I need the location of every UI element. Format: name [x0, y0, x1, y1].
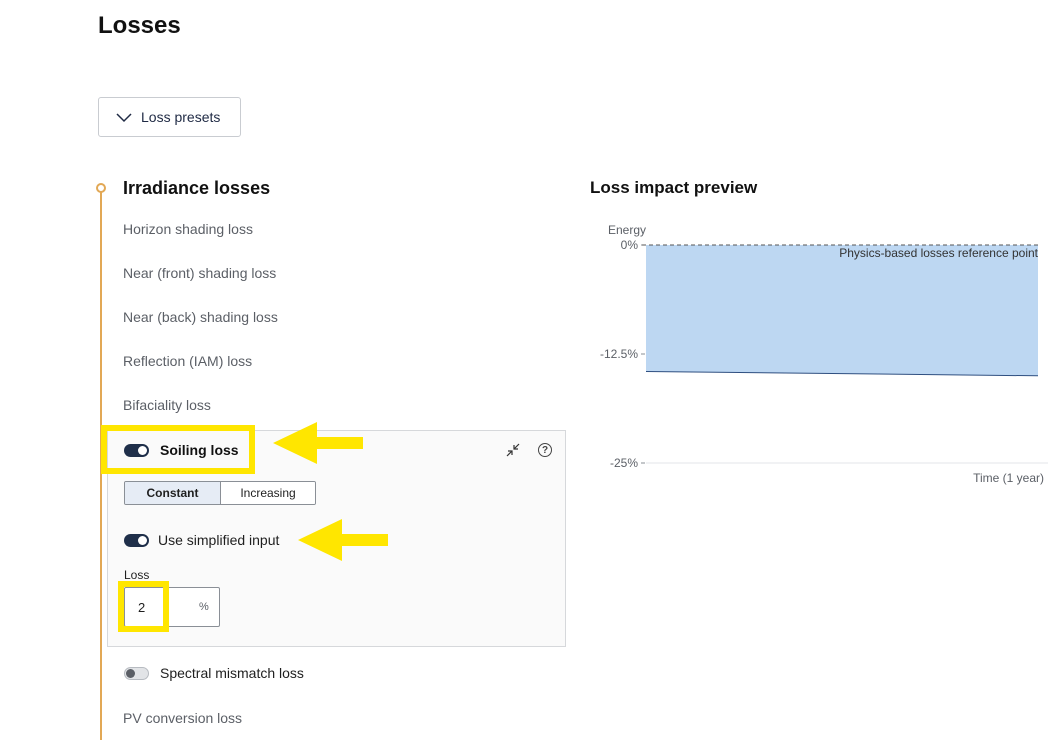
y-axis-label: Energy	[608, 223, 646, 237]
simplified-input-toggle[interactable]	[124, 534, 149, 547]
horizon-shading-loss-item[interactable]: Horizon shading loss	[123, 221, 253, 237]
arrow-annotation-simplified	[298, 519, 388, 561]
y-tick-label: 0%	[621, 238, 639, 252]
simplified-input-label: Use simplified input	[158, 532, 280, 548]
reflection-iam-loss-item[interactable]: Reflection (IAM) loss	[123, 353, 252, 369]
soiling-loss-label: Soiling loss	[160, 442, 239, 458]
pv-conversion-loss-item[interactable]: PV conversion loss	[123, 710, 242, 726]
spectral-mismatch-toggle[interactable]	[124, 667, 149, 680]
y-tick-label: -12.5%	[600, 347, 638, 361]
loss-field-label: Loss	[124, 568, 150, 582]
collapse-icon[interactable]	[505, 442, 521, 458]
constant-mode-button[interactable]: Constant	[125, 482, 221, 504]
timeline-dot	[96, 183, 106, 193]
soiling-mode-toggle-group: Constant Increasing	[124, 481, 316, 505]
loss-presets-button[interactable]: Loss presets	[98, 97, 241, 137]
loss-area	[646, 245, 1038, 376]
x-axis-label: Time (1 year)	[973, 471, 1044, 485]
near-front-shading-loss-item[interactable]: Near (front) shading loss	[123, 265, 276, 281]
y-tick-label: -25%	[610, 456, 638, 470]
arrow-annotation-soiling	[273, 422, 363, 464]
help-icon[interactable]: ?	[538, 443, 552, 457]
page-title: Losses	[98, 12, 181, 39]
bifaciality-loss-item[interactable]: Bifaciality loss	[123, 397, 211, 413]
reference-label: Physics-based losses reference point	[839, 246, 1038, 260]
soiling-loss-toggle[interactable]	[124, 444, 149, 457]
loss-impact-chart: Energy Time (1 year) 0% -12.5% -25% Physic…	[600, 223, 1048, 485]
increasing-mode-button[interactable]: Increasing	[221, 482, 315, 504]
spectral-mismatch-loss-label: Spectral mismatch loss	[160, 665, 304, 681]
near-back-shading-loss-item[interactable]: Near (back) shading loss	[123, 309, 278, 325]
chart-title: Loss impact preview	[590, 178, 758, 197]
loss-unit-label: %	[199, 601, 209, 613]
chevron-down-icon	[116, 113, 132, 123]
loss-input-highlight-box	[118, 581, 169, 632]
irradiance-losses-title: Irradiance losses	[123, 178, 271, 198]
loss-presets-label: Loss presets	[141, 109, 221, 125]
